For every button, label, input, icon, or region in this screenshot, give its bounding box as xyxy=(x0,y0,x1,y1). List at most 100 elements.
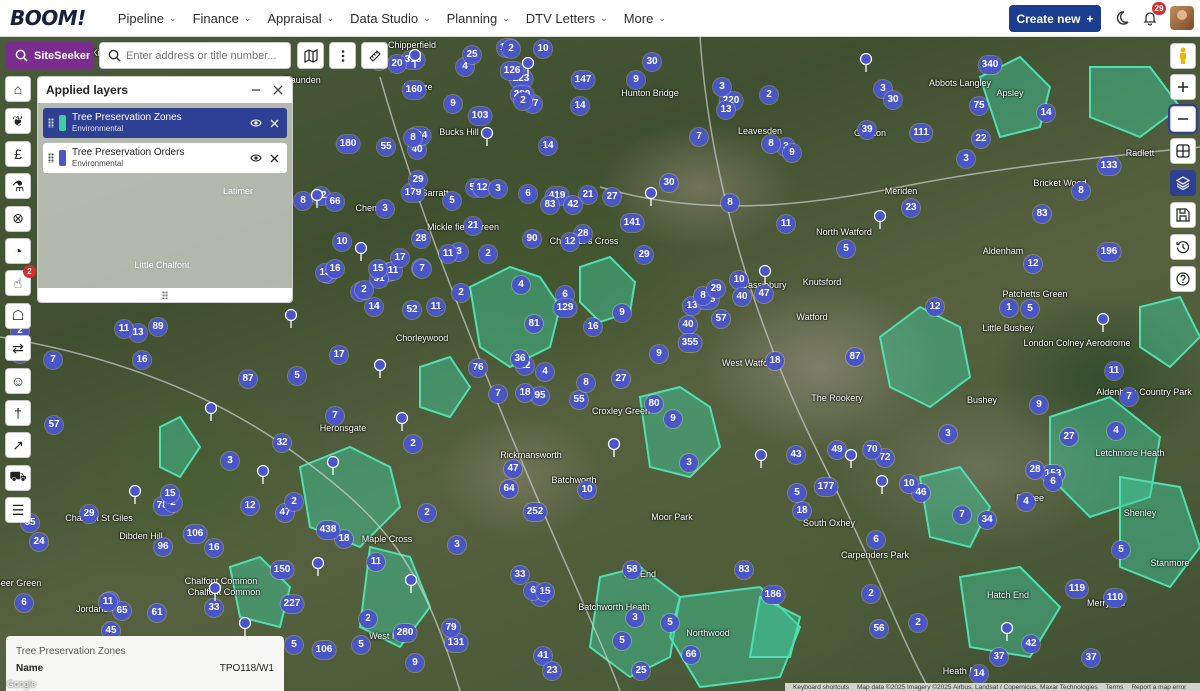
map-cluster-marker[interactable]: 80 xyxy=(645,395,663,413)
map-cluster-marker[interactable]: 96 xyxy=(154,538,172,556)
rail-button-flask[interactable]: ⚗ xyxy=(5,173,31,200)
rail-button-person-pin[interactable]: ☺ xyxy=(5,367,31,394)
nav-item-planning[interactable]: Planning ⌄ xyxy=(439,0,518,37)
map-pin-icon[interactable] xyxy=(480,127,494,147)
map-cluster-marker[interactable]: 186 xyxy=(761,586,785,604)
map-cluster-marker[interactable]: 9 xyxy=(650,345,668,363)
map-cluster-marker[interactable]: 58 xyxy=(623,561,641,579)
attribution-item[interactable]: Report a map error xyxy=(1131,684,1186,691)
map-cluster-marker[interactable]: 5 xyxy=(1021,300,1039,318)
map-cluster-marker[interactable]: 10 xyxy=(333,233,351,251)
history-button[interactable] xyxy=(1170,234,1196,260)
map-cluster-marker[interactable]: 3 xyxy=(489,180,507,198)
map-cluster-marker[interactable]: 3 xyxy=(939,425,957,443)
map-cluster-marker[interactable]: 150 xyxy=(270,561,294,579)
nav-item-dtv-letters[interactable]: DTV Letters ⌄ xyxy=(518,0,616,37)
map-cluster-marker[interactable]: 14 xyxy=(571,97,589,115)
eye-icon[interactable] xyxy=(250,153,262,163)
map-cluster-marker[interactable]: 11 xyxy=(115,320,133,338)
map-cluster-marker[interactable]: 23 xyxy=(543,662,561,680)
map-cluster-marker[interactable]: 3 xyxy=(448,536,466,554)
map-cluster-marker[interactable]: 57 xyxy=(45,416,63,434)
map-cluster-marker[interactable]: 36 xyxy=(511,350,529,368)
map-cluster-marker[interactable]: 27 xyxy=(612,370,630,388)
remove-layer-icon[interactable] xyxy=(270,154,279,163)
map-cluster-marker[interactable]: 12 xyxy=(926,298,944,316)
map-pin-icon[interactable] xyxy=(844,449,858,469)
map-cluster-marker[interactable]: 6 xyxy=(867,531,885,549)
map-cluster-marker[interactable]: 9 xyxy=(444,95,462,113)
map-cluster-marker[interactable]: 4 xyxy=(536,363,554,381)
rail-button-store[interactable]: ☖ xyxy=(5,302,31,329)
map-cluster-marker[interactable]: 4 xyxy=(512,276,530,294)
eye-icon[interactable] xyxy=(250,118,262,128)
map-cluster-marker[interactable]: 7 xyxy=(1120,388,1138,406)
map-pin-icon[interactable] xyxy=(128,485,142,505)
map-cluster-marker[interactable]: 103 xyxy=(468,107,492,125)
map-cluster-marker[interactable]: 227 xyxy=(280,595,304,613)
map-cluster-marker[interactable]: 3 xyxy=(957,150,975,168)
map-cluster-marker[interactable]: 6 xyxy=(15,594,33,612)
map-pin-icon[interactable] xyxy=(310,189,324,209)
map-cluster-marker[interactable]: 2 xyxy=(418,504,436,522)
map-cluster-marker[interactable]: 16 xyxy=(584,318,602,336)
map-cluster-marker[interactable]: 111 xyxy=(910,124,932,142)
nav-item-appraisal[interactable]: Appraisal ⌄ xyxy=(259,0,342,37)
map-cluster-marker[interactable]: 160 xyxy=(402,81,426,99)
map-cluster-marker[interactable]: 17 xyxy=(391,249,409,267)
map-cluster-marker[interactable]: 10 xyxy=(730,271,748,289)
map-cluster-marker[interactable]: 28 xyxy=(1026,461,1044,479)
map-cluster-marker[interactable]: 4 xyxy=(1017,493,1035,511)
map-cluster-marker[interactable]: 11 xyxy=(439,245,457,263)
map-cluster-marker[interactable]: 33 xyxy=(511,566,529,584)
map-cluster-marker[interactable]: 126 xyxy=(500,62,524,80)
map-cluster-marker[interactable]: 15 xyxy=(536,583,554,601)
map-cluster-marker[interactable]: 14 xyxy=(365,298,383,316)
rail-button-pylon[interactable]: † xyxy=(5,399,31,426)
siteseeker-button[interactable]: SiteSeeker xyxy=(6,42,94,69)
measure-button[interactable] xyxy=(361,42,388,69)
nav-item-data-studio[interactable]: Data Studio ⌄ xyxy=(342,0,438,37)
map-cluster-marker[interactable]: 129 xyxy=(553,299,577,317)
map-cluster-marker[interactable]: 141 xyxy=(620,214,644,232)
map-cluster-marker[interactable]: 106 xyxy=(183,525,207,543)
map-pin-icon[interactable] xyxy=(754,449,768,469)
map-pin-icon[interactable] xyxy=(758,265,772,285)
drag-handle-icon[interactable] xyxy=(48,153,54,163)
map-pin-icon[interactable] xyxy=(875,475,889,495)
map-cluster-marker[interactable]: 10 xyxy=(578,481,596,499)
zoom-in-button[interactable] xyxy=(1170,74,1196,100)
map-cluster-marker[interactable]: 7 xyxy=(44,351,62,369)
grid-button[interactable] xyxy=(1170,138,1196,164)
map-cluster-marker[interactable]: 13 xyxy=(717,101,735,119)
rail-button-car[interactable]: ⛟ xyxy=(5,464,31,491)
map-cluster-marker[interactable]: 9 xyxy=(406,654,424,672)
map-cluster-marker[interactable]: 83 xyxy=(735,561,753,579)
map-cluster-marker[interactable]: 42 xyxy=(564,196,582,214)
map-cluster-marker[interactable]: 76 xyxy=(469,359,487,377)
rail-button-chart[interactable]: ↗ xyxy=(5,432,31,459)
rail-button-tap[interactable]: ☝ 2 xyxy=(5,265,36,297)
nav-item-pipeline[interactable]: Pipeline ⌄ xyxy=(110,0,185,37)
map-cluster-marker[interactable]: 22 xyxy=(972,130,990,148)
map-pin-icon[interactable] xyxy=(408,49,422,69)
map-cluster-marker[interactable]: 3 xyxy=(680,454,698,472)
map-cluster-marker[interactable]: 20 xyxy=(388,55,406,73)
map-cluster-marker[interactable]: 12 xyxy=(241,497,259,515)
map-cluster-marker[interactable]: 52 xyxy=(403,301,421,319)
map-cluster-marker[interactable]: 14 xyxy=(539,137,557,155)
map-cluster-marker[interactable]: 83 xyxy=(1033,205,1051,223)
map-pin-icon[interactable] xyxy=(256,465,270,485)
close-icon[interactable] xyxy=(272,84,284,96)
map-pin-icon[interactable] xyxy=(395,412,409,432)
nav-item-more[interactable]: More ⌄ xyxy=(616,0,674,37)
map-cluster-marker[interactable]: 2 xyxy=(514,92,532,110)
map-cluster-marker[interactable]: 83 xyxy=(541,196,559,214)
map-cluster-marker[interactable]: 6 xyxy=(519,185,537,203)
map-cluster-marker[interactable]: 110 xyxy=(1103,589,1127,607)
address-search[interactable] xyxy=(99,42,291,69)
map-cluster-marker[interactable]: 2 xyxy=(909,614,927,632)
map-cluster-marker[interactable]: 18 xyxy=(516,384,534,402)
map-cluster-marker[interactable]: 29 xyxy=(635,246,653,264)
map-cluster-marker[interactable]: 2 xyxy=(479,245,497,263)
